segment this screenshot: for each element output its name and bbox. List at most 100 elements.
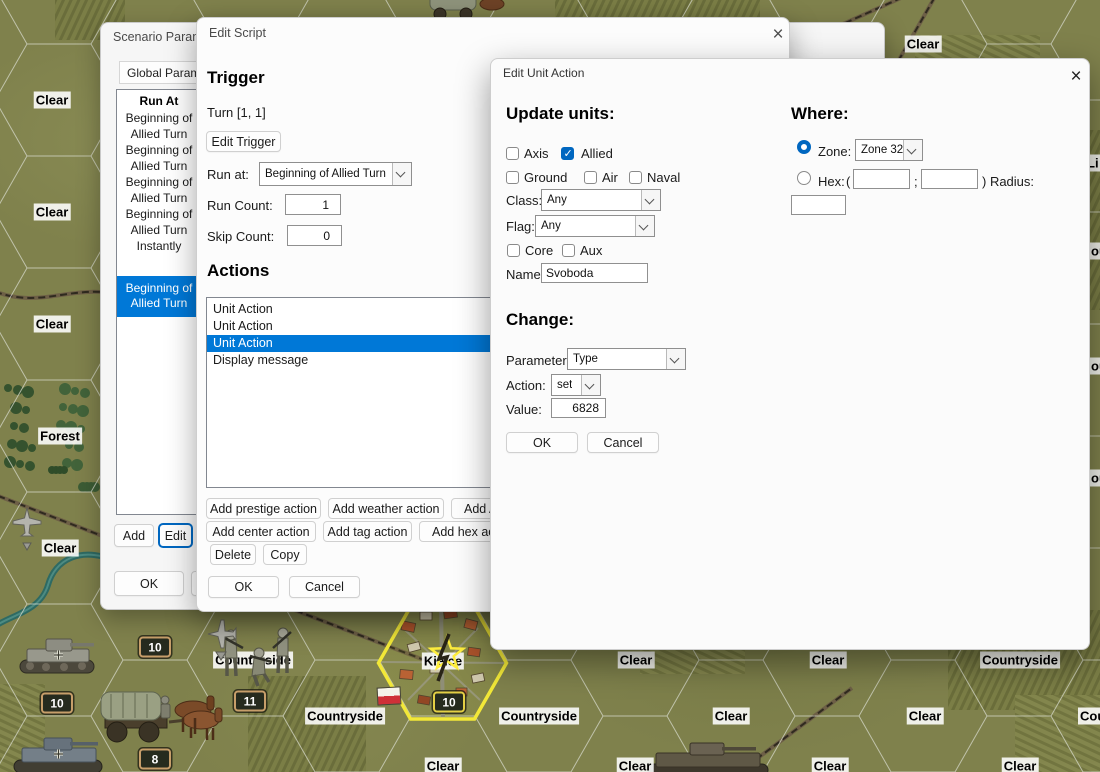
ground-checkbox-label: Ground [524,170,567,185]
add-prestige-action-button[interactable]: Add prestige action [206,498,321,519]
add-button[interactable]: Add [114,524,154,547]
action-value: set [552,379,572,391]
update-units-heading: Update units: [506,104,615,124]
runat-list-item[interactable]: Instantly [117,239,201,255]
change-heading: Change: [506,310,574,330]
radius-input[interactable] [791,195,846,215]
add-weather-action-button[interactable]: Add weather action [328,498,444,519]
allied-checkbox[interactable] [561,147,574,160]
run-at-value: Beginning of Allied Turn [260,168,386,180]
screenshot-root: ClearClearClearForestClearClearCountrysi… [0,0,1100,772]
run-count-input[interactable] [285,194,341,215]
horse-wagon-unit[interactable] [101,692,222,742]
action-list-item[interactable]: Unit Action [207,318,501,335]
name-label: Name: [506,267,544,282]
tab-global-parameters[interactable]: Global Parame [119,61,199,84]
core-checkbox[interactable] [507,244,520,257]
run-count-label: Run Count: [207,198,273,213]
actions-list[interactable]: Unit ActionUnit ActionUnit ActionDisplay… [206,297,502,488]
trigger-heading: Trigger [207,68,265,88]
tank-unit[interactable] [648,743,768,772]
add-center-action-button[interactable]: Add center action [206,521,316,542]
runat-list-item[interactable]: Beginning of Allied Turn [117,143,201,174]
chevron-down-icon [666,349,685,369]
axis-checkbox-label: Axis [524,146,549,161]
cancel-button[interactable]: Cancel [289,576,360,598]
runat-list-item-selected[interactable]: Beginning of Allied Turn [117,276,201,317]
zone-radio[interactable] [797,140,811,154]
action-list-item[interactable]: Unit Action [207,335,501,352]
delete-button[interactable]: Delete [210,544,256,565]
add-tag-action-button[interactable]: Add tag action [323,521,412,542]
aux-checkbox-label: Aux [580,243,602,258]
forest-trees [4,383,100,492]
chevron-down-icon [581,375,600,395]
action-list-item[interactable]: Unit Action [207,301,501,318]
action-buttons-row-2: Add center actionAdd tag actionAdd hex a… [206,521,529,542]
airplane-icon[interactable] [13,508,41,550]
runat-list-header: Run At [117,90,201,111]
ok-button[interactable]: OK [208,576,279,598]
action-label: Action: [506,378,546,393]
runat-list[interactable]: Run AtBeginning of Allied TurnBeginning … [116,89,202,515]
hex-radio[interactable] [797,171,811,185]
copy-button[interactable]: Copy [263,544,307,565]
run-at-dropdown[interactable]: Beginning of Allied Turn [259,162,412,186]
flag-label: Flag: [506,219,535,234]
value-label: Value: [506,402,542,417]
flag-dropdown[interactable]: Any [535,215,655,237]
runat-list-item[interactable]: Beginning of Allied Turn [117,207,201,238]
aux-checkbox[interactable] [562,244,575,257]
skip-count-input[interactable] [287,225,342,246]
air-checkbox[interactable] [584,171,597,184]
allied-checkbox-label: Allied [581,146,613,161]
zone-radio-label: Zone: [818,144,851,159]
close-icon[interactable]: × [1065,65,1087,87]
parameter-value: Type [568,353,598,365]
ok-button[interactable]: OK [114,571,184,596]
class-dropdown[interactable]: Any [541,189,661,211]
core-checkbox-label: Core [525,243,553,258]
cancel-button[interactable]: Cancel [587,432,659,453]
radius-label: ) Radius: [982,174,1034,189]
naval-checkbox-label: Naval [647,170,680,185]
edit-button[interactable]: Edit [159,524,192,547]
edit-trigger-button[interactable]: Edit Trigger [206,131,281,152]
ground-checkbox[interactable] [506,171,519,184]
window-title: Edit Script [209,26,266,40]
action-list-item[interactable]: Display message [207,352,501,369]
zone-value: Zone 32 [856,144,903,156]
flag-value: Any [536,220,561,232]
where-heading: Where: [791,104,849,124]
paren-open-text: ( [846,174,850,189]
parameter-dropdown[interactable]: Type [567,348,686,370]
poland-flag-icon [377,686,402,705]
action-buttons-row-3: Delete Copy [210,544,307,565]
class-label: Class: [506,193,542,208]
axis-checkbox[interactable] [506,147,519,160]
runat-list-empty-row [117,256,201,276]
run-at-label: Run at: [207,167,249,182]
turn-range-text: Turn [1, 1] [207,105,266,120]
name-input[interactable] [541,263,648,283]
naval-checkbox[interactable] [629,171,642,184]
parameter-label: Parameter: [506,353,570,368]
hex-radio-label: Hex: [818,174,845,189]
close-icon[interactable]: × [767,23,789,45]
chevron-down-icon [635,216,654,236]
zone-dropdown[interactable]: Zone 32 [855,139,923,161]
chevron-down-icon [392,163,411,185]
air-checkbox-label: Air [602,170,618,185]
hex-y-input[interactable] [921,169,978,189]
value-input[interactable] [551,398,606,418]
action-dropdown[interactable]: set [551,374,601,396]
ok-button[interactable]: OK [506,432,578,453]
skip-count-label: Skip Count: [207,229,274,244]
chevron-down-icon [903,140,922,160]
runat-list-item[interactable]: Beginning of Allied Turn [117,175,201,206]
hex-x-input[interactable] [853,169,910,189]
edit-unit-action-dialog: Edit Unit Action × Update units: Axis Al… [490,58,1090,650]
tank-unit[interactable] [20,639,94,673]
chevron-down-icon [641,190,660,210]
runat-list-item[interactable]: Beginning of Allied Turn [117,111,201,142]
